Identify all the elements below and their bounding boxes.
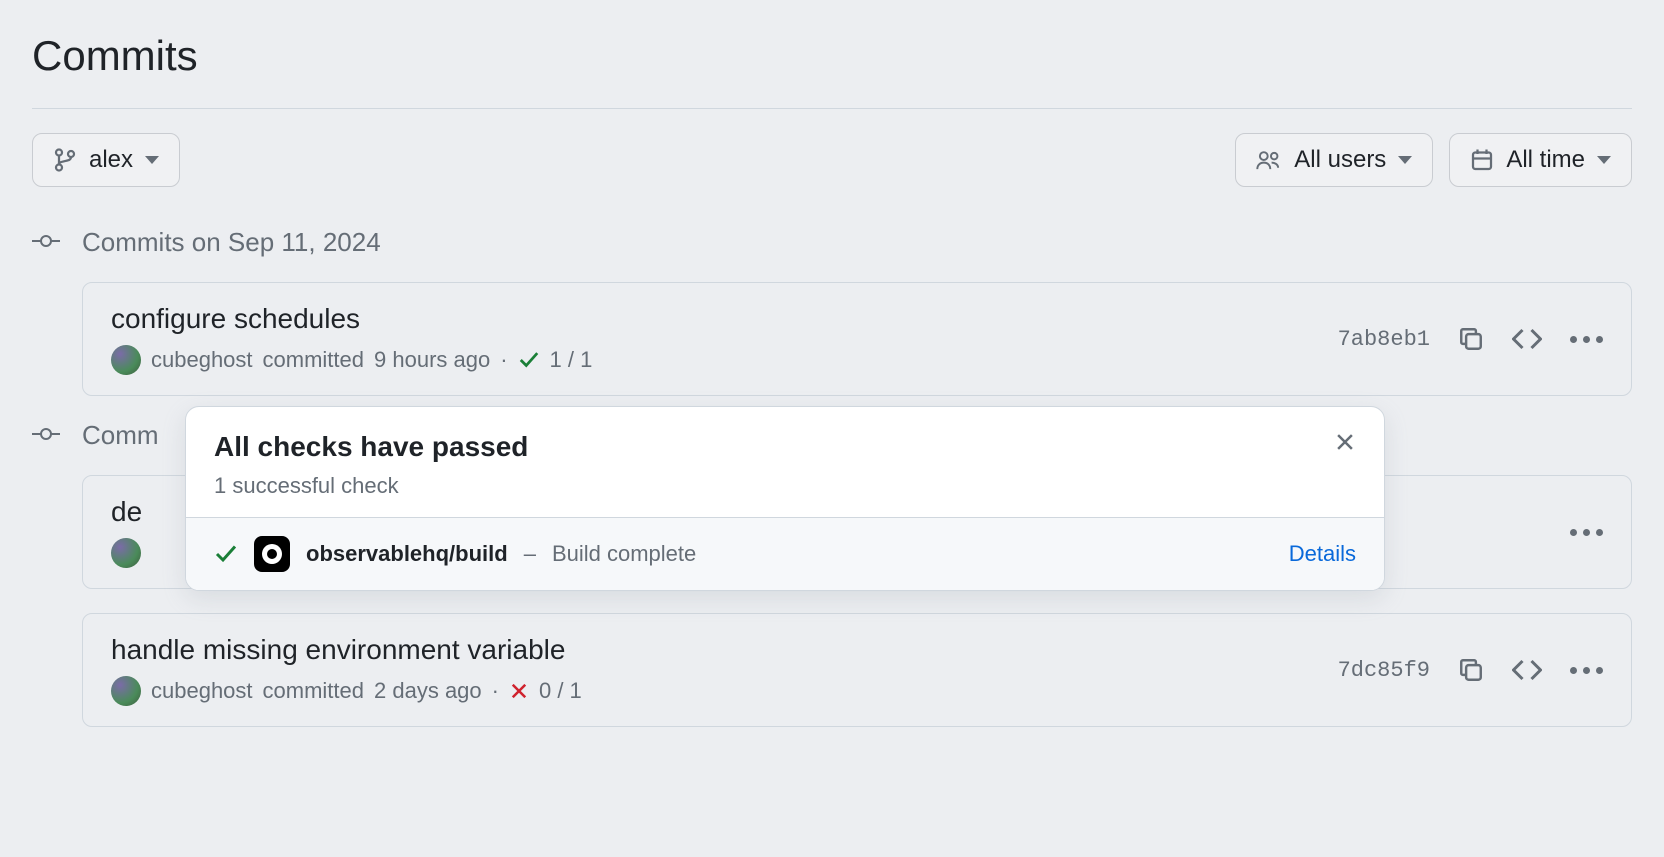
commit-time: 2 days ago xyxy=(374,678,482,704)
commit-title[interactable]: handle missing environment variable xyxy=(111,634,1338,666)
time-filter-label: All time xyxy=(1506,146,1585,174)
page-title: Commits xyxy=(32,32,1632,80)
committed-word: committed xyxy=(263,678,364,704)
check-count[interactable]: 1 / 1 xyxy=(550,347,593,373)
caret-down-icon xyxy=(1597,156,1611,164)
time-filter[interactable]: All time xyxy=(1449,133,1632,187)
check-pass-icon xyxy=(214,542,238,566)
avatar[interactable] xyxy=(111,538,141,568)
separator: · xyxy=(500,347,507,373)
browse-code-button[interactable] xyxy=(1512,659,1542,681)
date-label: Comm xyxy=(82,420,159,450)
commit-row: handle missing environment variable cube… xyxy=(82,613,1632,727)
caret-down-icon xyxy=(1398,156,1412,164)
date-header: Commits on Sep 11, 2024 xyxy=(82,227,1632,258)
date-label: Commits on Sep 11, 2024 xyxy=(82,227,381,257)
copy-sha-button[interactable] xyxy=(1458,657,1484,683)
copy-sha-button[interactable] xyxy=(1458,326,1484,352)
commit-time: 9 hours ago xyxy=(374,347,490,373)
divider xyxy=(32,108,1632,109)
check-status-icon[interactable] xyxy=(518,349,540,371)
commit-author[interactable]: cubeghost xyxy=(151,347,253,373)
browse-code-button[interactable] xyxy=(1512,328,1542,350)
caret-down-icon xyxy=(145,156,159,164)
users-filter[interactable]: All users xyxy=(1235,133,1433,187)
people-icon xyxy=(1256,149,1282,171)
branch-selector[interactable]: alex xyxy=(32,133,180,187)
popover-subtitle: 1 successful check xyxy=(214,473,528,499)
more-actions-button[interactable] xyxy=(1570,529,1603,536)
separator: · xyxy=(492,678,499,704)
app-icon xyxy=(254,536,290,572)
filters-bar: alex All users All xyxy=(32,133,1632,187)
users-filter-label: All users xyxy=(1294,146,1386,174)
branch-name: alex xyxy=(89,146,133,174)
check-name[interactable]: observablehq/build xyxy=(306,541,508,567)
commit-author[interactable]: cubeghost xyxy=(151,678,253,704)
check-message: Build complete xyxy=(552,541,696,567)
more-actions-button[interactable] xyxy=(1570,667,1603,674)
more-actions-button[interactable] xyxy=(1570,336,1603,343)
check-separator: – xyxy=(524,541,536,567)
checks-popover: All checks have passed 1 successful chec… xyxy=(185,406,1385,591)
commit-node-icon xyxy=(32,420,60,448)
avatar[interactable] xyxy=(111,676,141,706)
calendar-icon xyxy=(1470,148,1494,172)
details-link[interactable]: Details xyxy=(1289,541,1356,567)
check-row: observablehq/build – Build complete Deta… xyxy=(186,517,1384,590)
commit-sha[interactable]: 7dc85f9 xyxy=(1338,658,1430,683)
avatar[interactable] xyxy=(111,345,141,375)
commit-title[interactable]: configure schedules xyxy=(111,303,1338,335)
check-count[interactable]: 0 / 1 xyxy=(539,678,582,704)
commit-node-icon xyxy=(32,227,60,255)
commit-row: configure schedules cubeghost committed … xyxy=(82,282,1632,396)
check-status-icon[interactable] xyxy=(509,681,529,701)
close-button[interactable] xyxy=(1334,431,1356,453)
git-branch-icon xyxy=(53,148,77,172)
popover-title: All checks have passed xyxy=(214,431,528,463)
commit-sha[interactable]: 7ab8eb1 xyxy=(1338,327,1430,352)
committed-word: committed xyxy=(263,347,364,373)
